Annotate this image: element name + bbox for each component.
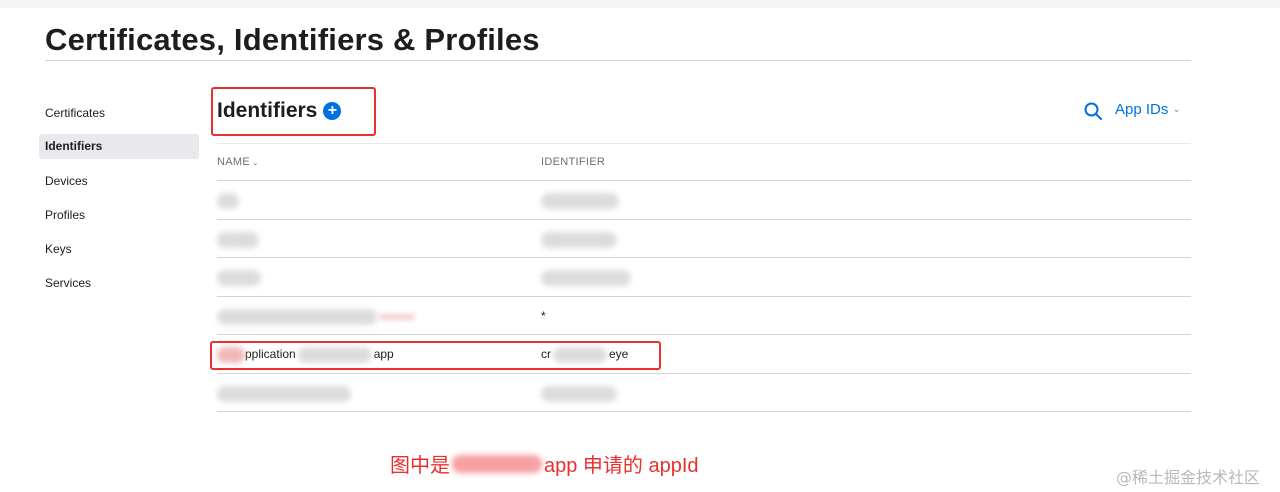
- sidebar-item-devices[interactable]: Devices: [39, 166, 199, 200]
- sidebar-item-identifiers[interactable]: Identifiers: [39, 134, 199, 159]
- app-ids-filter[interactable]: App IDs ⌄: [1115, 101, 1181, 118]
- sidebar-item-profiles[interactable]: Profiles: [39, 200, 199, 234]
- sidebar-item-keys[interactable]: Keys: [39, 234, 199, 268]
- sidebar-item-certificates[interactable]: Certificates: [39, 98, 199, 132]
- search-icon[interactable]: [1084, 102, 1102, 120]
- sidebar-item-services[interactable]: Services: [39, 268, 199, 302]
- caption-suffix: app 申请的 appId: [544, 455, 699, 477]
- caption-redaction: [452, 454, 542, 473]
- highlight-box-header: [211, 87, 376, 136]
- row-name: [217, 308, 415, 325]
- sidebar: Certificates Identifiers Devices Profile…: [39, 98, 199, 302]
- table-header: NAME ⌄ IDENTIFIER: [217, 143, 1191, 181]
- row-identifier: [541, 270, 631, 286]
- page-title: Certificates, Identifiers & Profiles: [45, 22, 540, 57]
- chevron-down-icon: ⌄: [251, 158, 259, 167]
- identifiers-table: NAME ⌄ IDENTIFIER * pplication app cr eye: [217, 143, 1191, 412]
- row-name: [217, 193, 239, 209]
- table-row[interactable]: [217, 258, 1191, 297]
- table-row[interactable]: *: [217, 297, 1191, 335]
- row-identifier: [541, 193, 619, 209]
- row-identifier: *: [541, 308, 546, 323]
- row-identifier: [541, 231, 617, 248]
- column-header-name-label: NAME: [217, 156, 250, 168]
- annotation-caption: 图中是 app 申请的 appId: [390, 449, 699, 478]
- title-divider: [45, 60, 1191, 61]
- table-row[interactable]: [217, 374, 1191, 412]
- table-row[interactable]: [217, 181, 1191, 220]
- top-bar: [0, 0, 1280, 8]
- watermark: @稀土掘金技术社区: [1116, 468, 1261, 487]
- column-header-name[interactable]: NAME ⌄: [217, 156, 259, 168]
- caption-prefix: 图中是: [390, 455, 450, 477]
- table-row[interactable]: [217, 220, 1191, 258]
- row-identifier: [541, 385, 617, 402]
- column-header-identifier: IDENTIFIER: [541, 156, 606, 168]
- row-name: [217, 231, 259, 248]
- chevron-down-icon: ⌄: [1172, 104, 1181, 115]
- filter-label: App IDs: [1115, 101, 1169, 118]
- row-name: [217, 270, 261, 286]
- row-name: [217, 385, 351, 402]
- highlight-box-row: [210, 341, 661, 370]
